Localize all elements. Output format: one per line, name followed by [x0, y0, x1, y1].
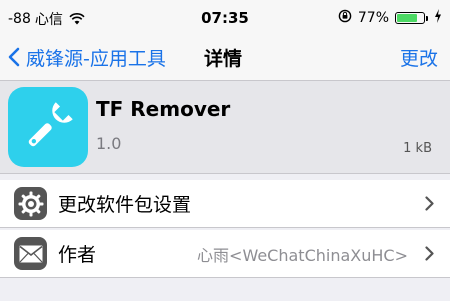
page-title: 详情: [204, 47, 243, 70]
package-name: TF Remover: [96, 97, 231, 121]
row-label: 更改软件包设置: [58, 194, 192, 216]
gear-icon: [14, 187, 47, 220]
battery-tip: [426, 15, 428, 21]
back-button[interactable]: 威锋源-应用工具: [8, 34, 166, 80]
back-label: 威锋源-应用工具: [26, 47, 166, 70]
battery-icon: [395, 12, 428, 24]
battery-fill: [397, 14, 418, 22]
battery-body: [395, 12, 425, 24]
author-value: 心雨<WeChatChinaXuHC>: [197, 245, 408, 265]
package-version: 1.0: [96, 134, 122, 153]
chevron-left-icon: [8, 47, 20, 67]
navigation-bar: 威锋源-应用工具 详情 更改: [0, 34, 450, 81]
row-label: 作者: [58, 244, 97, 266]
author-row[interactable]: 作者 心雨<WeChatChinaXuHC>: [0, 230, 450, 278]
background: [0, 280, 450, 301]
chevron-right-icon: [425, 196, 434, 211]
mail-icon: [14, 237, 47, 270]
status-bar: -88 心信 07:35 77%: [0, 0, 450, 34]
rotation-lock-icon: [338, 9, 352, 27]
wrench-icon: [28, 102, 73, 147]
charging-icon: [434, 9, 442, 27]
modify-button[interactable]: 更改: [400, 34, 438, 80]
package-settings-row[interactable]: 更改软件包设置: [0, 180, 450, 228]
package-size: 1 kB: [403, 141, 432, 156]
battery-percent: 77%: [357, 10, 389, 26]
app-icon: [8, 87, 88, 167]
status-right: 77%: [332, 9, 442, 27]
chevron-right-icon: [425, 246, 434, 261]
package-header: TF Remover 1.0 1 kB: [0, 81, 450, 174]
